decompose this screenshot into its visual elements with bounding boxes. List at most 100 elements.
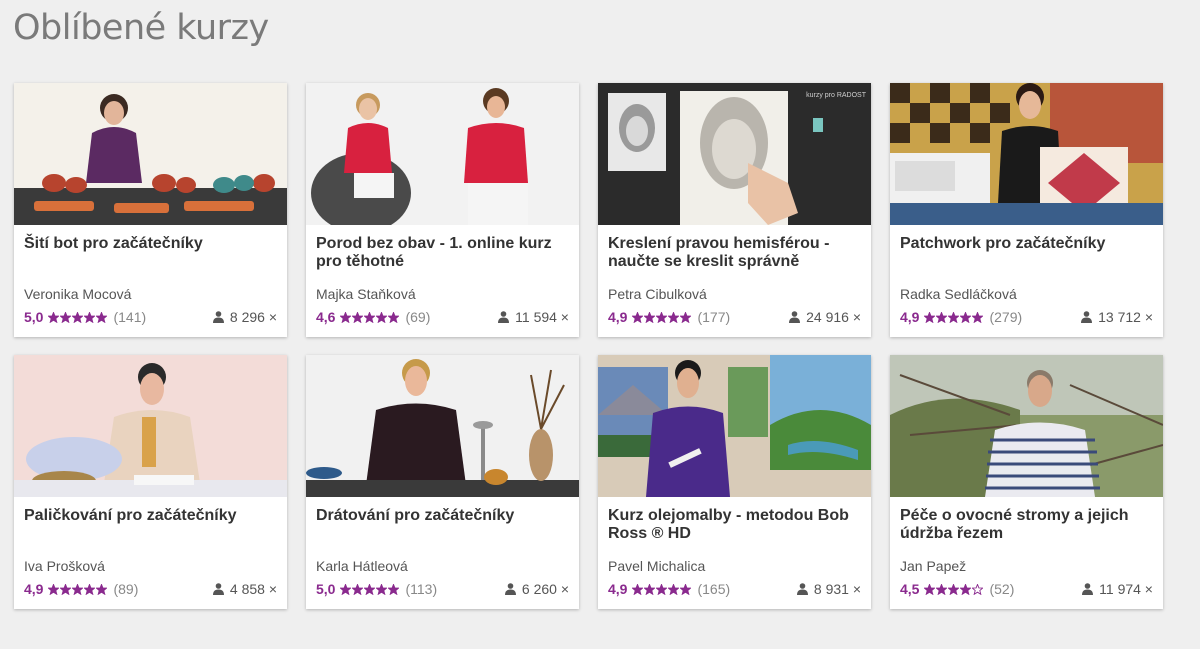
course-card[interactable]: Drátování pro začátečníky Karla Hátleová… [306,355,579,609]
students-value: 24 916 × [806,309,861,325]
course-title[interactable]: Kreslení pravou hemisférou - naučte se k… [608,235,858,271]
star-filled-icon [936,311,948,323]
person-icon [212,583,224,595]
course-card[interactable]: Šití bot pro začátečníky Veronika Mocová… [14,83,287,337]
course-title[interactable]: Péče o ovocné stromy a jejich údržba řez… [900,507,1150,543]
course-title[interactable]: Kurz olejomalby - metodou Bob Ross ® HD [608,507,858,543]
wirework-image[interactable] [306,355,579,497]
star-filled-icon [376,583,388,595]
course-author[interactable]: Veronika Mocová [24,286,131,302]
course-author[interactable]: Radka Sedláčková [900,286,1017,302]
course-card[interactable]: Kurz olejomalby - metodou Bob Ross ® HD … [598,355,871,609]
rating-count: (113) [405,581,438,597]
star-filled-icon [96,311,108,323]
course-author[interactable]: Karla Hátleová [316,558,408,574]
course-card[interactable]: Patchwork pro začátečníky Radka Sedláčko… [890,83,1163,337]
rating-value: 4,9 [24,581,44,597]
course-title[interactable]: Šití bot pro začátečníky [24,235,274,253]
star-empty-icon [972,583,984,595]
course-author[interactable]: Iva Prošková [24,558,105,574]
star-filled-icon [644,583,656,595]
rating-value: 4,9 [608,309,628,325]
course-author[interactable]: Majka Staňková [316,286,416,302]
star-filled-icon [376,311,388,323]
students-count: 8 296 × [212,309,277,325]
students-value: 11 974 × [1099,581,1153,597]
students-count: 8 931 × [796,581,861,597]
person-icon [1081,311,1093,323]
oil-painting-image[interactable] [598,355,871,497]
star-filled-icon [48,311,60,323]
star-filled-icon [340,311,352,323]
course-card[interactable]: Porod bez obav - 1. online kurz pro těho… [306,83,579,337]
star-filled-icon [632,311,644,323]
students-count: 11 594 × [498,309,569,325]
course-title[interactable]: Paličkování pro začátečníky [24,507,274,525]
course-meta: 4,9 (177) 24 916 × [608,309,861,325]
rating-value: 4,6 [316,309,336,325]
pregnancy-image[interactable] [306,83,579,225]
thumb-watermark: kurzy pro RADOST [806,92,867,99]
course-card[interactable]: Péče o ovocné stromy a jejich údržba řez… [890,355,1163,609]
course-meta: 4,9 (89) 4 858 × [24,581,277,597]
star-filled-icon [364,311,376,323]
rating-count: (165) [697,581,731,597]
patchwork-image[interactable] [890,83,1163,225]
star-filled-icon [352,583,364,595]
star-filled-icon [72,583,84,595]
star-filled-icon [352,311,364,323]
students-value: 6 260 × [521,581,569,597]
rating-value: 4,9 [900,309,920,325]
course-title[interactable]: Porod bez obav - 1. online kurz pro těho… [316,235,566,271]
rating-count: (69) [405,309,431,325]
star-filled-icon [388,311,400,323]
person-icon [212,311,224,323]
page-title: Oblíbené kurzy [13,8,269,48]
rating-value: 5,0 [316,581,336,597]
star-filled-icon [644,311,656,323]
star-filled-icon [84,311,96,323]
rating-stars [924,583,984,595]
drawing-portrait-image[interactable]: kurzy pro RADOST [598,83,871,225]
star-filled-icon [388,583,400,595]
rating-value: 4,9 [608,581,628,597]
course-author[interactable]: Petra Cibulková [608,286,707,302]
rating-stars [924,311,984,323]
course-author[interactable]: Pavel Michalica [608,558,705,574]
star-filled-icon [668,311,680,323]
star-filled-icon [656,583,668,595]
star-filled-icon [632,583,644,595]
bobbin-lace-image[interactable] [14,355,287,497]
students-value: 8 931 × [813,581,861,597]
rating-stars [340,311,400,323]
course-card[interactable]: Paličkování pro začátečníky Iva Prošková… [14,355,287,609]
rating-value: 4,5 [900,581,920,597]
rating-stars [340,583,400,595]
rating-count: (141) [113,309,147,325]
course-card[interactable]: kurzy pro RADOST Kreslení pravou hemisfé… [598,83,871,337]
course-meta: 4,5 (52) 11 974 × [900,581,1153,597]
rating-stars [632,583,692,595]
course-meta: 4,9 (279) 13 712 × [900,309,1153,325]
fruit-tree-image[interactable] [890,355,1163,497]
course-title[interactable]: Drátování pro začátečníky [316,507,566,525]
students-value: 8 296 × [229,309,277,325]
rating-stars [632,311,692,323]
star-filled-icon [680,311,692,323]
person-icon [498,311,510,323]
course-meta: 4,6 (69) 11 594 × [316,309,569,325]
star-filled-icon [60,311,72,323]
shoes-workshop-image[interactable] [14,83,287,225]
star-filled-icon [96,583,108,595]
star-filled-icon [48,583,60,595]
star-filled-icon [72,311,84,323]
star-filled-icon [656,311,668,323]
course-title[interactable]: Patchwork pro začátečníky [900,235,1150,253]
course-author[interactable]: Jan Papež [900,558,966,574]
star-filled-icon [960,583,972,595]
students-count: 13 712 × [1081,309,1153,325]
star-filled-icon [680,583,692,595]
rating-stars [48,583,108,595]
rating-count: (52) [989,581,1015,597]
students-count: 11 974 × [1082,581,1153,597]
